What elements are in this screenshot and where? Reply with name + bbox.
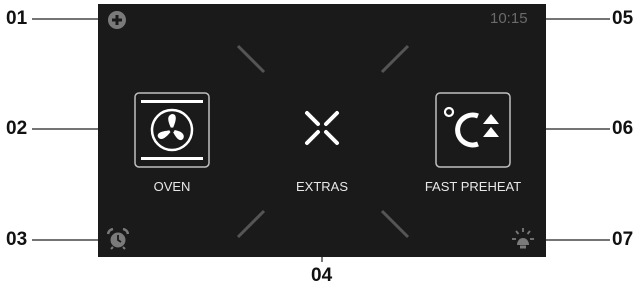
extras-button[interactable] — [304, 110, 340, 146]
fast-preheat-label: FAST PREHEAT — [424, 179, 522, 194]
fast-preheat-button[interactable] — [435, 92, 511, 168]
fan-icon — [134, 92, 210, 168]
oven-display-screen: 10:15 OVEN EXTRAS FAST PREHEAT — [98, 4, 546, 257]
callout-06: 06 — [612, 118, 634, 139]
add-button[interactable] — [107, 10, 127, 30]
alarm-clock-icon — [106, 227, 130, 250]
oven-button[interactable] — [134, 92, 210, 168]
extras-icon — [305, 111, 339, 145]
callout-04: 04 — [311, 265, 333, 286]
clock-time[interactable]: 10:15 — [490, 10, 528, 27]
callout-02: 02 — [6, 118, 28, 139]
callout-03: 03 — [6, 229, 28, 250]
callout-07: 07 — [612, 229, 634, 250]
light-icon — [512, 228, 534, 249]
callout-05: 05 — [612, 8, 634, 29]
light-button[interactable] — [512, 228, 534, 250]
extras-label: EXTRAS — [295, 179, 348, 194]
callout-01: 01 — [6, 8, 28, 29]
alarm-button[interactable] — [106, 227, 130, 250]
oven-label: OVEN — [153, 179, 191, 194]
add-icon — [108, 11, 126, 29]
fast-preheat-icon — [435, 92, 511, 168]
